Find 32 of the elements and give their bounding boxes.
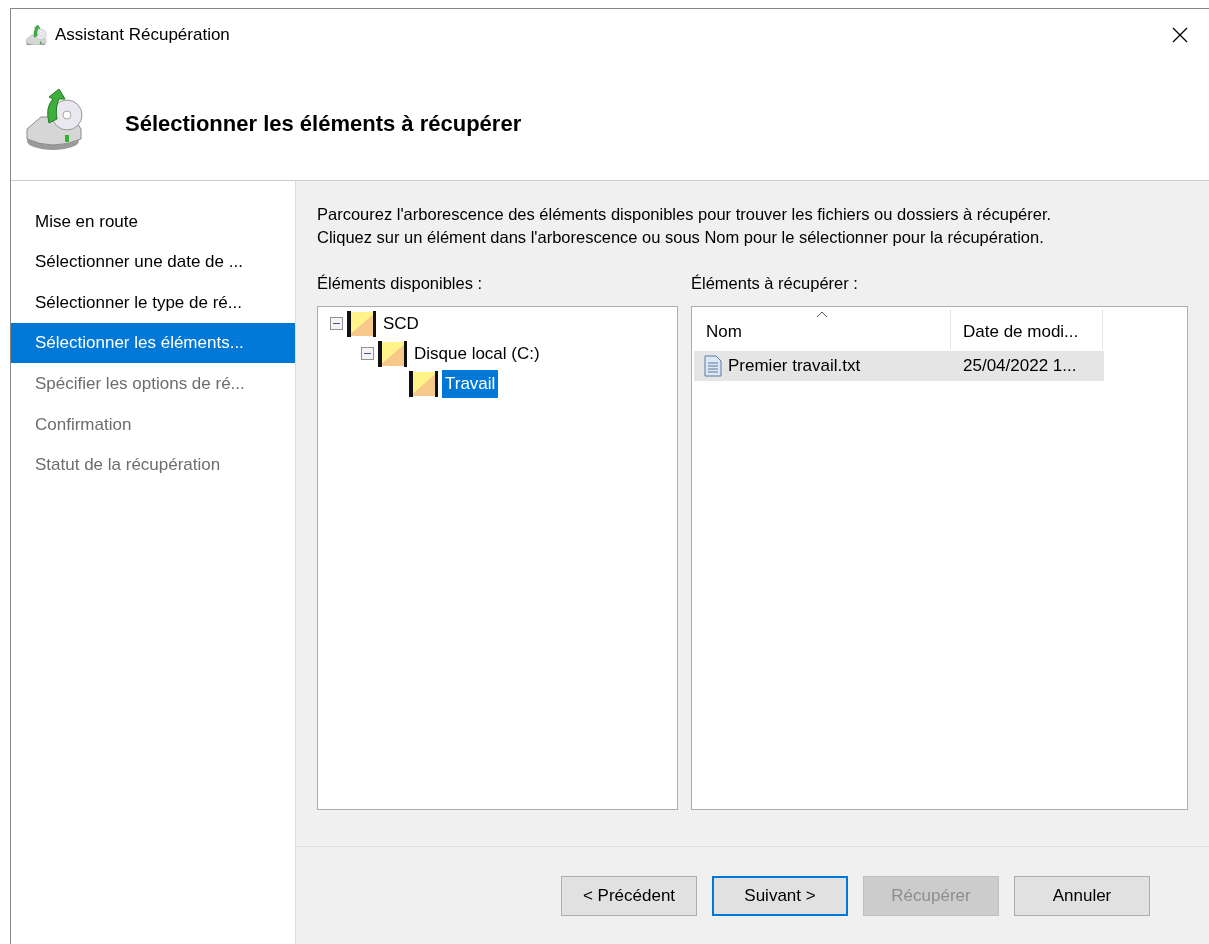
instruction-text: Parcourez l'arborescence des éléments disponibles pour trouver les fichiers ou dossiers à récupérer. Cliquez sur un élément dans l'arborescence ou sous Nom pour le sélectionner pour la récupération.: [317, 204, 1053, 248]
step-item: Sélectionner une date de ...: [34, 251, 244, 274]
document-icon: [704, 354, 722, 377]
folder-icon: [347, 310, 377, 337]
step-item: Mise en route: [34, 210, 139, 233]
tree-item[interactable]: Disque local (C:): [411, 340, 543, 368]
wizard-button[interactable]: < Précédent: [561, 875, 697, 916]
drive-disc-icon: [23, 88, 85, 153]
app-icon: [25, 25, 47, 45]
column-header[interactable]: Date de modi...: [951, 308, 1103, 349]
tree-item[interactable]: Travail: [442, 370, 499, 398]
step-item: Spécifier les options de ré...: [34, 372, 246, 395]
collapse-toggle[interactable]: [361, 347, 374, 361]
collapse-toggle[interactable]: [330, 317, 343, 331]
tree-item[interactable]: SCD: [380, 310, 422, 338]
wizard-button[interactable]: Suivant >: [712, 875, 848, 916]
close-icon: [1172, 27, 1188, 43]
list-cell-text: Premier travail.txt: [728, 355, 861, 377]
wizard-button[interactable]: Annuler: [1014, 875, 1150, 916]
step-item: Statut de la récupération: [34, 454, 222, 477]
file-row[interactable]: Premier travail.txt 25/04/2022 1...: [694, 350, 1104, 381]
window-title: Assistant Récupération: [55, 24, 230, 47]
pane-label: Éléments à récupérer :: [691, 273, 859, 294]
page-heading: Sélectionner les éléments à récupérer: [125, 110, 522, 138]
folder-icon: [409, 370, 439, 397]
pane-label: Éléments disponibles :: [317, 273, 484, 294]
step-item: Sélectionner les éléments...: [11, 322, 295, 364]
list-cell-text: 25/04/2022 1...: [963, 355, 1077, 377]
column-header[interactable]: Nom: [694, 308, 951, 349]
folder-icon: [378, 340, 408, 367]
step-item: Confirmation: [34, 413, 133, 436]
step-item: Sélectionner le type de ré...: [34, 291, 243, 314]
